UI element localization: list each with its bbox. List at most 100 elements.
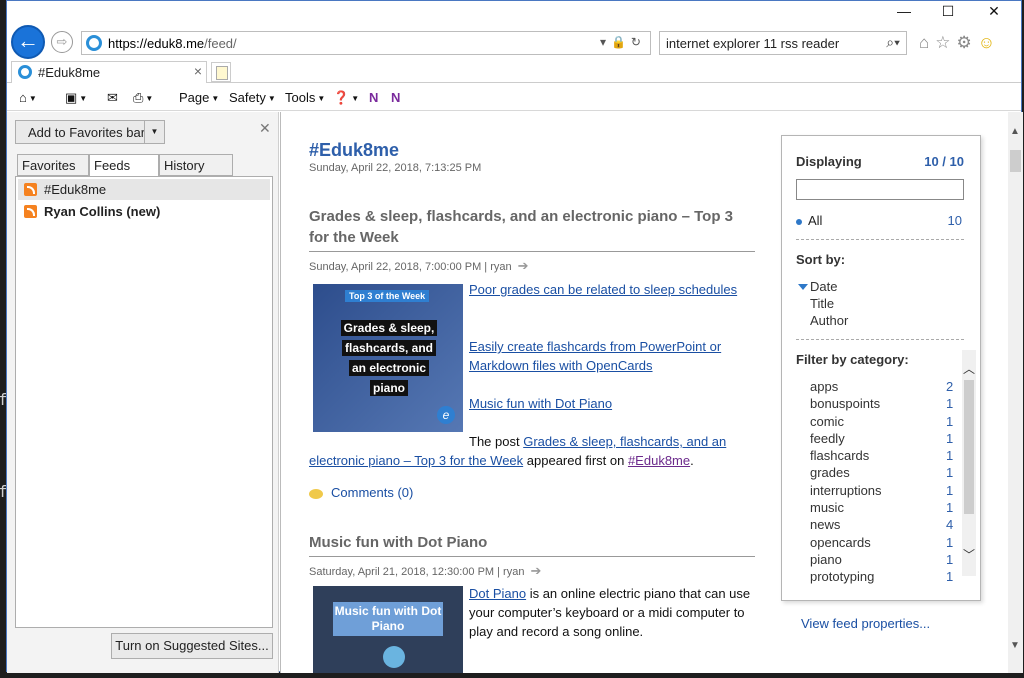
category-count: 1 — [946, 535, 954, 550]
close-window-button[interactable]: ✕ — [971, 1, 1017, 23]
site-link[interactable]: #Eduk8me — [628, 453, 690, 468]
category-item[interactable]: grades — [810, 465, 850, 480]
mail-icon[interactable]: ✉ — [107, 90, 118, 106]
filter-all-count: 10 — [947, 213, 962, 228]
scroll-down-icon[interactable]: ▼ — [1010, 640, 1020, 651]
maximize-button[interactable]: ☐ — [925, 1, 971, 23]
address-bar[interactable]: https://eduk8.me/feed/ ▾🔒↻ — [81, 31, 651, 55]
sort-option-title[interactable]: Title — [810, 296, 834, 311]
page-menu[interactable]: Page ▼ — [179, 90, 219, 105]
category-scrollbar[interactable]: ︿ ﹀ — [962, 350, 976, 576]
search-box[interactable]: internet explorer 11 rss reader ⌕▾ — [659, 31, 907, 55]
close-pane-icon[interactable]: ✕ — [259, 120, 271, 137]
piano-dot-icon — [383, 646, 405, 668]
page-scroll-thumb[interactable] — [1010, 150, 1021, 172]
add-to-favorites-bar-button[interactable]: Add to Favorites bar ▼ — [15, 120, 165, 144]
dot-piano-link[interactable]: Dot Piano — [469, 586, 526, 601]
category-item[interactable]: news — [810, 517, 840, 532]
view-feed-properties-link[interactable]: View feed properties... — [801, 616, 930, 631]
chevron-down-icon[interactable]: ▼ — [144, 121, 164, 143]
post-thumbnail: Top 3 of the Week Grades & sleep, flashc… — [313, 284, 463, 432]
onenote-linked-icon[interactable]: N — [391, 90, 400, 105]
feed-title[interactable]: #Eduk8me — [309, 140, 399, 161]
category-item[interactable]: interruptions — [810, 483, 882, 498]
category-list: apps 2 bonuspoints 1 comic 1 feedly 1 fl… — [782, 374, 962, 588]
filter-all[interactable]: All — [796, 213, 822, 228]
favorites-star-icon[interactable]: ☆ — [935, 33, 956, 52]
feed-item-eduk8me[interactable]: #Eduk8me — [18, 179, 270, 200]
feed-content: #Eduk8me Sunday, April 22, 2018, 7:13:25… — [280, 112, 1008, 673]
feed-item-ryan-collins[interactable]: Ryan Collins (new) — [18, 201, 270, 222]
category-item[interactable]: music — [810, 500, 844, 515]
tab-feeds[interactable]: Feeds — [89, 154, 159, 177]
tab-eduk8me[interactable]: #Eduk8me × — [11, 61, 207, 83]
comment-bubble-icon — [309, 488, 323, 499]
onenote-icon[interactable]: N — [369, 90, 378, 105]
close-tab-icon[interactable]: × — [194, 63, 202, 79]
tools-menu[interactable]: Tools ▼ — [285, 90, 325, 105]
post-title[interactable]: Music fun with Dot Piano — [309, 532, 755, 553]
chevron-up-icon[interactable]: ︿ — [963, 360, 975, 377]
tab-favorites[interactable]: Favorites — [17, 154, 89, 176]
home-menu-icon[interactable]: ⌂ ▼ — [19, 90, 37, 105]
smiley-icon[interactable]: ☺ — [978, 33, 1001, 52]
gear-icon[interactable]: ⚙ — [957, 33, 978, 52]
address-url[interactable]: https://eduk8.me/feed/ — [108, 36, 237, 51]
divider — [796, 239, 964, 240]
filter-search-input[interactable] — [796, 179, 964, 200]
category-count: 1 — [946, 569, 954, 584]
post-divider — [309, 556, 755, 557]
page-scrollbar[interactable]: ▲ ▼ — [1008, 112, 1023, 673]
category-scroll-thumb[interactable] — [964, 380, 974, 514]
print-icon[interactable]: ⎙ ▼ — [133, 90, 153, 106]
category-item[interactable]: opencards — [810, 535, 871, 550]
divider — [796, 339, 964, 340]
scroll-up-icon[interactable]: ▲ — [1010, 126, 1020, 137]
feeds-menu-icon[interactable]: ▣ ▼ — [65, 90, 87, 106]
search-input[interactable]: internet explorer 11 rss reader — [666, 36, 839, 51]
sort-option-author[interactable]: Author — [810, 313, 848, 328]
category-count: 1 — [946, 483, 954, 498]
category-count: 1 — [946, 448, 954, 463]
suggested-sites-button[interactable]: Turn on Suggested Sites... — [111, 633, 273, 659]
new-tab-button[interactable] — [211, 62, 231, 82]
comments-link[interactable]: Comments (0) — [309, 485, 413, 500]
post-title[interactable]: Grades & sleep, flashcards, and an elect… — [309, 206, 755, 248]
category-count: 1 — [946, 396, 954, 411]
filter-by-category-label: Filter by category: — [796, 352, 909, 367]
category-item[interactable]: feedly — [810, 431, 845, 446]
category-item[interactable]: flashcards — [810, 448, 869, 463]
category-item[interactable]: prototyping — [810, 569, 874, 584]
feeds-list: #Eduk8me Ryan Collins (new) — [15, 176, 273, 628]
forward-button[interactable]: ⇨ — [51, 31, 73, 53]
tab-history[interactable]: History — [159, 154, 233, 176]
arrow-right-icon[interactable]: ➔ — [530, 563, 541, 578]
category-item[interactable]: bonuspoints — [810, 396, 880, 411]
minimize-button[interactable]: — — [881, 1, 927, 23]
arrow-right-icon[interactable]: ➔ — [518, 258, 529, 273]
thumbnail-caption: Music fun with Dot Piano — [333, 602, 443, 636]
address-row: ← ⇨ https://eduk8.me/feed/ ▾🔒↻ internet … — [7, 23, 1021, 61]
displaying-label: Displaying — [796, 154, 862, 169]
address-tools[interactable]: ▾🔒↻ — [600, 35, 646, 49]
category-item[interactable]: comic — [810, 414, 844, 429]
post-link-sleep[interactable]: Poor grades can be related to sleep sche… — [469, 282, 737, 297]
bullet-icon — [796, 218, 802, 225]
post-footer: The post Grades & sleep, flashcards, and… — [309, 434, 727, 468]
back-button[interactable]: ← — [11, 25, 45, 59]
post-link-flashcards[interactable]: Easily create flashcards from PowerPoint… — [469, 339, 721, 373]
post-body: Dot Piano is an online electric piano th… — [469, 586, 751, 639]
search-icon[interactable]: ⌕▾ — [886, 34, 900, 51]
home-icon[interactable]: ⌂ — [919, 33, 935, 52]
sort-active-caret-icon — [798, 284, 808, 290]
thumbnail-caption: Grades & sleep, flashcards, and an elect… — [335, 318, 443, 398]
safety-menu[interactable]: Safety ▼ — [229, 90, 276, 105]
category-count: 2 — [946, 379, 954, 394]
post-link-dot-piano[interactable]: Music fun with Dot Piano — [469, 396, 612, 411]
post-link-list: Easily create flashcards from PowerPoint… — [469, 337, 739, 375]
category-item[interactable]: piano — [810, 552, 842, 567]
category-item[interactable]: apps — [810, 379, 838, 394]
chevron-down-icon[interactable]: ﹀ — [963, 546, 975, 563]
sort-option-date[interactable]: Date — [810, 279, 837, 294]
help-icon[interactable]: ❓ ▼ — [333, 90, 359, 106]
